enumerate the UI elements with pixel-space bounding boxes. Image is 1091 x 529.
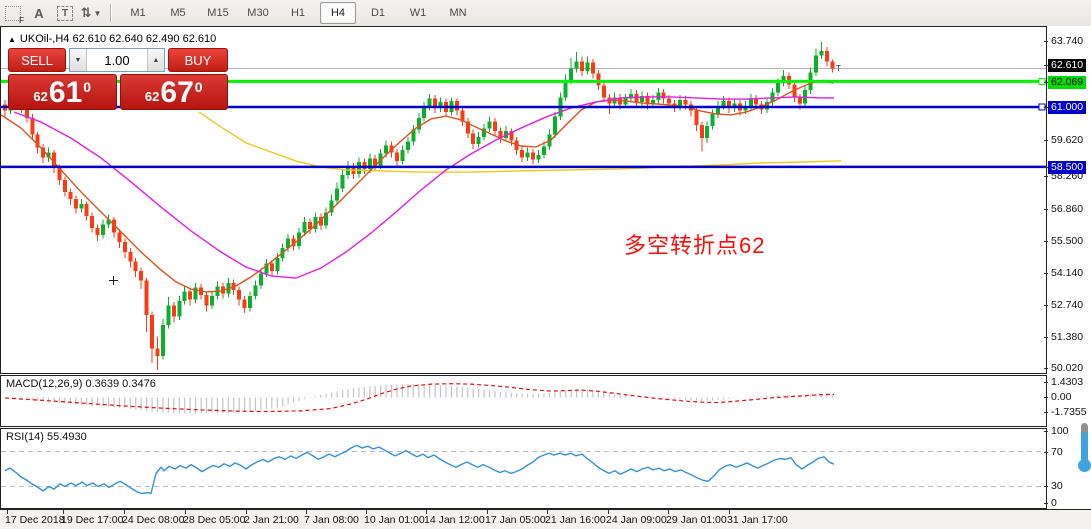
- volume-stepper[interactable]: ▼ 1.00 ▲: [69, 48, 165, 72]
- volume-up-button[interactable]: ▲: [147, 49, 164, 71]
- symbol-header: ▲ UKOil-,H4 62.610 62.640 62.490 62.610: [8, 33, 216, 45]
- macd-tick-0.00: 0.00: [1051, 391, 1071, 403]
- rsi-tick-100: 100: [1051, 425, 1069, 437]
- dropdown-caret-icon[interactable]: ▼: [93, 9, 101, 18]
- sell-price-prefix: 62: [33, 89, 47, 104]
- time-tick-label: 31 Jan 17:00: [727, 514, 788, 526]
- time-tick-label: 14 Jan 12:00: [424, 514, 485, 526]
- buy-price-display[interactable]: 62 67 0: [120, 74, 229, 110]
- price-label-box-58.500: 58.500: [1048, 161, 1086, 174]
- ma-yellow-line: [199, 112, 841, 172]
- rsi-tick-70: 70: [1051, 446, 1063, 458]
- volume-value[interactable]: 1.00: [87, 49, 147, 71]
- price-label-box-62.610: 62.610: [1048, 59, 1086, 72]
- sell-price-main: 61: [49, 79, 82, 107]
- time-tick-label: 17 Dec 2018: [5, 514, 65, 526]
- price-tick-50.020: 50.020: [1051, 362, 1083, 374]
- toolbar: F A T ⇅▼ M1M5M15M30H1H4D1W1MN: [0, 0, 1091, 27]
- time-tick-label: 19 Dec 17:00: [61, 514, 123, 526]
- timeframe-button-h4[interactable]: H4: [320, 2, 356, 24]
- price-tick-54.140: 54.140: [1051, 267, 1083, 279]
- time-tick-label: 7 Jan 08:00: [304, 514, 359, 526]
- price-tick-55.500: 55.500: [1051, 235, 1083, 247]
- time-tick-label: 24 Dec 08:00: [122, 514, 184, 526]
- time-tick-label: 21 Jan 16:00: [545, 514, 606, 526]
- price-label-box-62.069: 62.069: [1048, 76, 1086, 89]
- timeframe-button-m1[interactable]: M1: [120, 2, 156, 24]
- timeframe-button-d1[interactable]: D1: [360, 2, 396, 24]
- mt4-window: F A T ⇅▼ M1M5M15M30H1H4D1W1MN ▲ UKOil-,H4…: [0, 0, 1091, 529]
- macd-label: MACD(12,26,9) 0.3639 0.3476: [6, 378, 156, 390]
- macd-chart[interactable]: [1, 376, 1046, 426]
- rsi-tick-0: 0: [1051, 497, 1057, 509]
- sell-button[interactable]: SELL: [8, 48, 66, 72]
- toolbar-separator: [110, 4, 112, 22]
- cursor-arrows-icon[interactable]: ⇅▼: [80, 3, 102, 23]
- timeframe-button-m15[interactable]: M15: [200, 2, 236, 24]
- sell-price-display[interactable]: 62 61 0: [8, 74, 117, 110]
- sell-price-pip: 0: [83, 79, 91, 95]
- price-tick-52.740: 52.740: [1051, 299, 1083, 311]
- time-tick-label: 10 Jan 01:00: [364, 514, 425, 526]
- symbol-ohlc-text: UKOil-,H4 62.610 62.640 62.490 62.610: [20, 33, 216, 45]
- rsi-tick-30: 30: [1051, 480, 1063, 492]
- timeframe-group: M1M5M15M30H1H4D1W1MN: [118, 2, 478, 24]
- timeframe-button-m30[interactable]: M30: [240, 2, 276, 24]
- time-tick-label: 24 Jan 09:00: [606, 514, 667, 526]
- rsi-chart[interactable]: [1, 429, 1046, 508]
- thermometer-scroll-widget: [1078, 423, 1091, 475]
- macd-pane[interactable]: MACD(12,26,9) 0.3639 0.3476: [0, 375, 1047, 427]
- crosshair-icon: [109, 276, 118, 285]
- buy-button[interactable]: BUY: [168, 48, 228, 72]
- macd-tick-1.4303: 1.4303: [1051, 376, 1083, 388]
- price-tick-51.380: 51.380: [1051, 331, 1083, 343]
- timeframe-button-h1[interactable]: H1: [280, 2, 316, 24]
- timeframe-button-m5[interactable]: M5: [160, 2, 196, 24]
- time-tick-label: 29 Jan 01:00: [666, 514, 727, 526]
- macd-tick--1.7355: -1.7355: [1051, 406, 1087, 418]
- chart-annotation-text: 多空转折点62: [624, 228, 765, 260]
- one-click-trading-panel: SELL ▼ 1.00 ▲ BUY 62 61 0 62 67 0: [8, 48, 228, 110]
- time-tick-label: 28 Dec 05:00: [183, 514, 245, 526]
- timeframe-button-mn[interactable]: MN: [440, 2, 476, 24]
- price-tick-63.740: 63.740: [1051, 35, 1083, 47]
- price-label-box-61.000: 61.000: [1048, 101, 1086, 114]
- buy-price-pip: 0: [195, 79, 203, 95]
- price-tick-56.860: 56.860: [1051, 203, 1083, 215]
- last-price-marker: T: [836, 64, 841, 73]
- buy-price-main: 67: [160, 79, 193, 107]
- volume-down-button[interactable]: ▼: [70, 49, 87, 71]
- time-tick-label: 17 Jan 05:00: [485, 514, 546, 526]
- price-tick-59.620: 59.620: [1051, 134, 1083, 146]
- time-axis: 17 Dec 201819 Dec 17:0024 Dec 08:0028 De…: [0, 509, 1091, 529]
- chart-template-icon[interactable]: F: [2, 3, 24, 23]
- text-a-icon[interactable]: A: [28, 3, 50, 23]
- label-t-icon[interactable]: T: [54, 3, 76, 23]
- rsi-label: RSI(14) 55.4930: [6, 431, 87, 443]
- rsi-pane[interactable]: RSI(14) 55.4930: [0, 428, 1047, 509]
- ma-fast-line: [1, 81, 834, 292]
- time-tick-label: 2 Jan 21:00: [244, 514, 299, 526]
- collapse-triangle-icon[interactable]: ▲: [8, 35, 16, 44]
- timeframe-button-w1[interactable]: W1: [400, 2, 436, 24]
- buy-price-prefix: 62: [145, 89, 159, 104]
